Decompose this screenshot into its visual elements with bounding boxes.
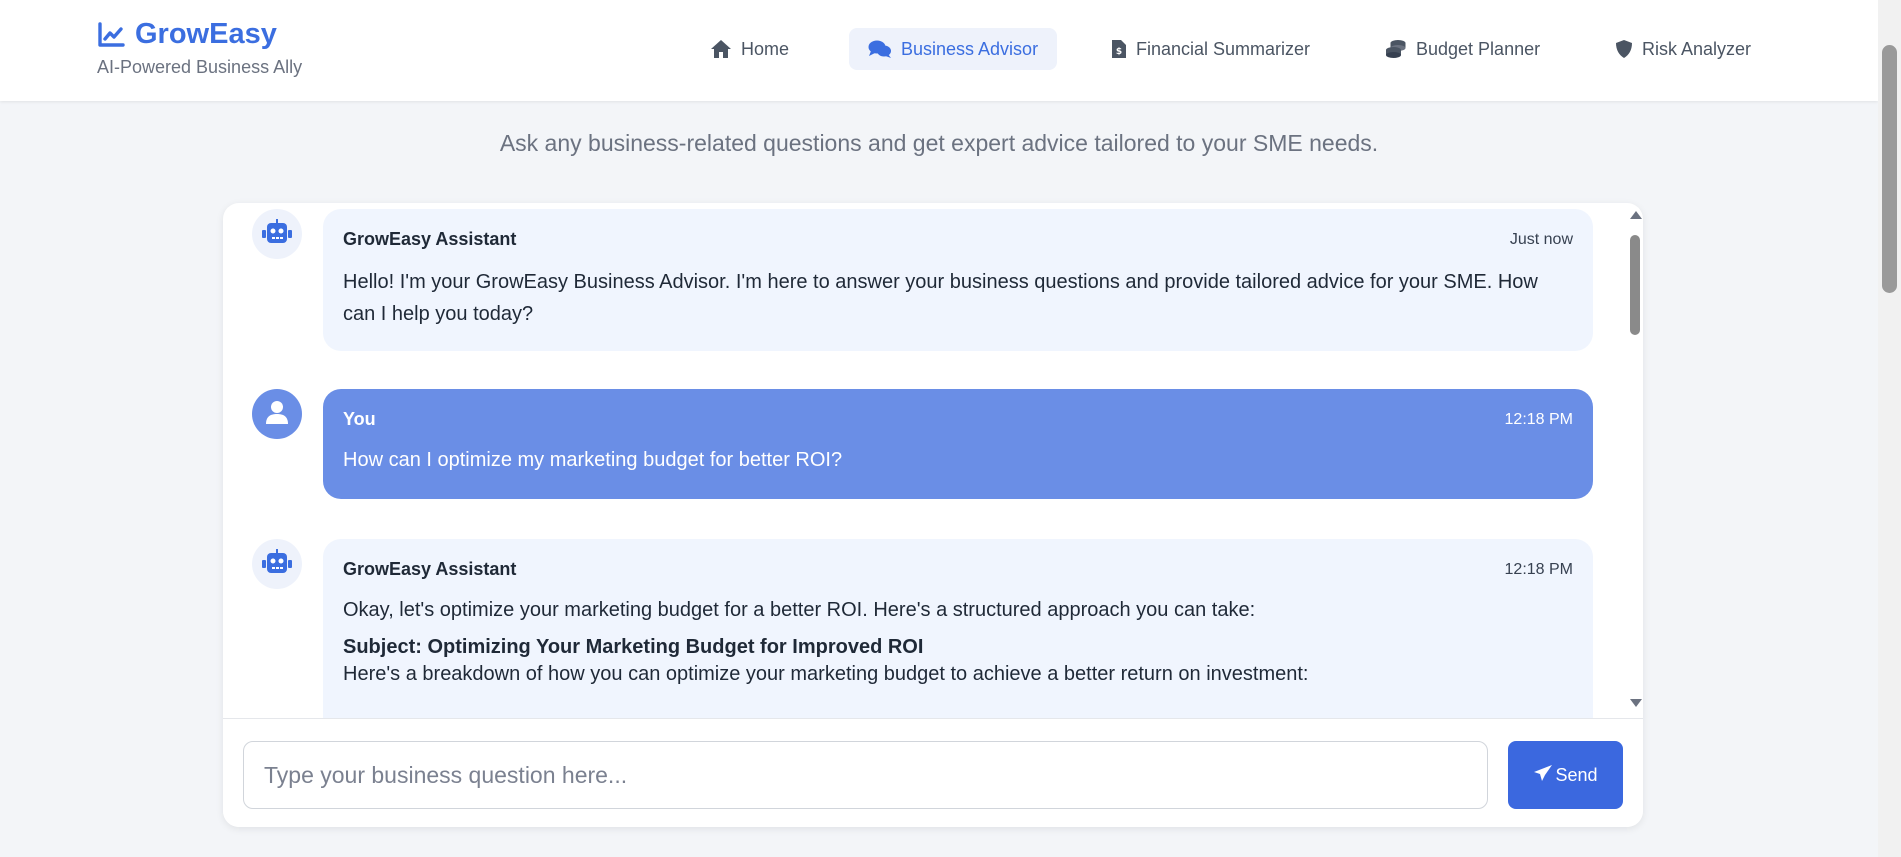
comments-icon	[868, 39, 892, 59]
message-sender: GrowEasy Assistant	[343, 229, 517, 249]
message-time: Just now	[1509, 230, 1573, 248]
message-time: 12:18 PM	[1504, 410, 1573, 428]
paper-plane-icon	[1533, 764, 1553, 787]
brand[interactable]: GrowEasy AI-Powered Business Ally	[97, 18, 302, 78]
question-input[interactable]	[243, 741, 1488, 809]
nav-item-home[interactable]: Home	[691, 28, 808, 70]
nav-item-risk-analyzer[interactable]: Risk Analyzer	[1596, 28, 1770, 70]
chat-card: GrowEasy Assistant Just now Hello! I'm y…	[223, 203, 1643, 827]
coins-icon	[1385, 39, 1407, 59]
robot-icon	[262, 218, 292, 250]
message-bubble: GrowEasy Assistant Just now Hello! I'm y…	[323, 209, 1593, 351]
top-header: GrowEasy AI-Powered Business Ally Home B…	[0, 0, 1878, 101]
message-time: 12:18 PM	[1504, 560, 1573, 578]
nav-item-business-advisor[interactable]: Business Advisor	[849, 28, 1058, 70]
nav-label-financial-summarizer: Financial Summarizer	[1136, 38, 1311, 59]
robot-icon	[262, 548, 292, 580]
brand-title: GrowEasy	[135, 18, 277, 50]
chat-messages[interactable]: GrowEasy Assistant Just now Hello! I'm y…	[223, 203, 1643, 718]
scroll-thumb[interactable]	[1630, 235, 1640, 335]
svg-text:$: $	[1116, 47, 1122, 57]
file-invoice-icon: $	[1111, 39, 1127, 59]
message-bubble: GrowEasy Assistant 12:18 PM Okay, let's …	[323, 539, 1593, 718]
user-avatar	[252, 389, 302, 439]
bot-avatar	[252, 539, 302, 589]
composer: Send	[223, 718, 1643, 827]
shield-icon	[1615, 39, 1633, 59]
message-text: Here's a breakdown of how you can optimi…	[343, 663, 1309, 685]
nav-item-financial-summarizer[interactable]: $ Financial Summarizer	[1092, 28, 1329, 70]
message-text: Hello! I'm your GrowEasy Business Adviso…	[343, 271, 1538, 325]
nav-label-budget-planner: Budget Planner	[1416, 38, 1541, 59]
send-button[interactable]: Send	[1508, 741, 1623, 809]
message-text: How can I optimize my marketing budget f…	[343, 449, 843, 471]
message-bubble: You 12:18 PM How can I optimize my marke…	[323, 389, 1593, 499]
scroll-up-arrow-icon[interactable]	[1630, 211, 1642, 219]
chat-scrollbar[interactable]	[1627, 203, 1643, 718]
bot-avatar	[252, 209, 302, 259]
message-sender: GrowEasy Assistant	[343, 559, 517, 579]
nav-label-risk-analyzer: Risk Analyzer	[1642, 38, 1752, 59]
message-heading: Subject: Optimizing Your Marketing Budge…	[343, 636, 924, 658]
message-sender: You	[343, 409, 376, 429]
brand-subtitle: AI-Powered Business Ally	[97, 57, 303, 77]
message-text: Okay, let's optimize your marketing budg…	[343, 599, 1256, 621]
user-icon	[266, 400, 288, 429]
scroll-down-arrow-icon[interactable]	[1630, 699, 1642, 707]
nav-item-budget-planner[interactable]: Budget Planner	[1366, 28, 1559, 70]
page-scroll-thumb[interactable]	[1882, 45, 1897, 293]
send-button-label: Send	[1555, 764, 1598, 785]
nav-label-home: Home	[741, 38, 790, 59]
line-chart-icon	[97, 21, 125, 48]
page-scrollbar[interactable]	[1878, 0, 1901, 857]
nav-label-business-advisor: Business Advisor	[901, 38, 1039, 59]
page-subtitle: Ask any business-related questions and g…	[499, 130, 1379, 156]
home-icon	[710, 39, 732, 59]
